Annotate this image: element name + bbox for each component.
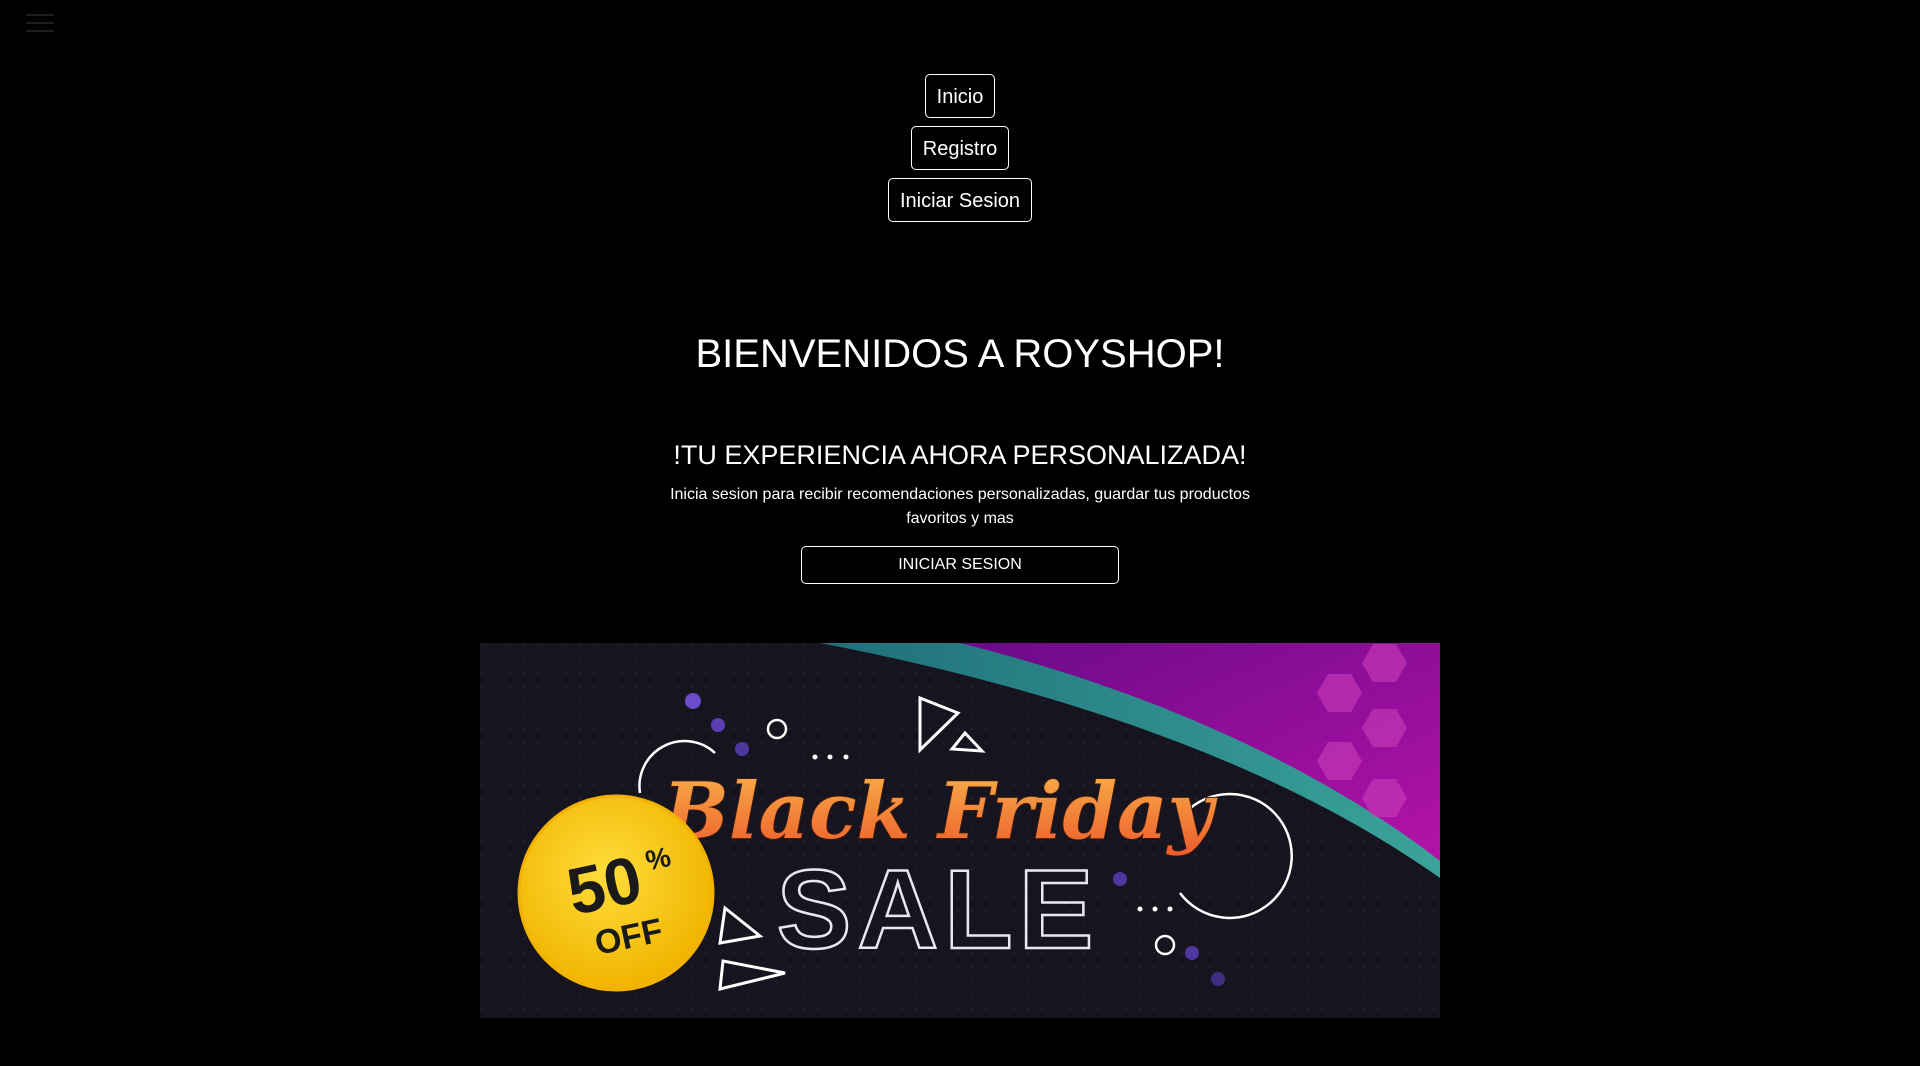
nav-inicio-button[interactable]: Inicio — [924, 74, 996, 118]
personalization-promo: !TU EXPERIENCIA AHORA PERSONALIZADA! Ini… — [0, 440, 1920, 584]
nav-registro-button[interactable]: Registro — [910, 126, 1010, 170]
banner-black-friday-text: Black Friday — [661, 766, 1218, 857]
black-friday-banner[interactable]: Black Friday SALE 50 % OFF — [480, 643, 1440, 1018]
promo-text: Inicia sesion para recibir recomendacion… — [670, 486, 1250, 527]
promo-heading: !TU EXPERIENCIA AHORA PERSONALIZADA! — [673, 440, 1247, 470]
banner-sale-text: SALE — [777, 847, 1100, 972]
nav-iniciar-sesion-button[interactable]: Iniciar Sesion — [887, 178, 1033, 222]
hamburger-line — [26, 14, 54, 16]
welcome-title: BIENVENIDOS A ROYSHOP! — [695, 332, 1225, 376]
banner-graphic: Black Friday SALE 50 % OFF — [480, 643, 1440, 1018]
promo-login-button[interactable]: INICIAR SESION — [801, 546, 1119, 584]
hamburger-menu-icon[interactable] — [26, 14, 54, 34]
hamburger-line — [26, 22, 54, 24]
hamburger-line — [26, 30, 54, 32]
main-nav: Inicio Registro Iniciar Sesion — [0, 74, 1920, 230]
page: Inicio Registro Iniciar Sesion BIENVENID… — [0, 0, 1920, 1066]
discount-badge: 50 % OFF — [517, 794, 715, 992]
